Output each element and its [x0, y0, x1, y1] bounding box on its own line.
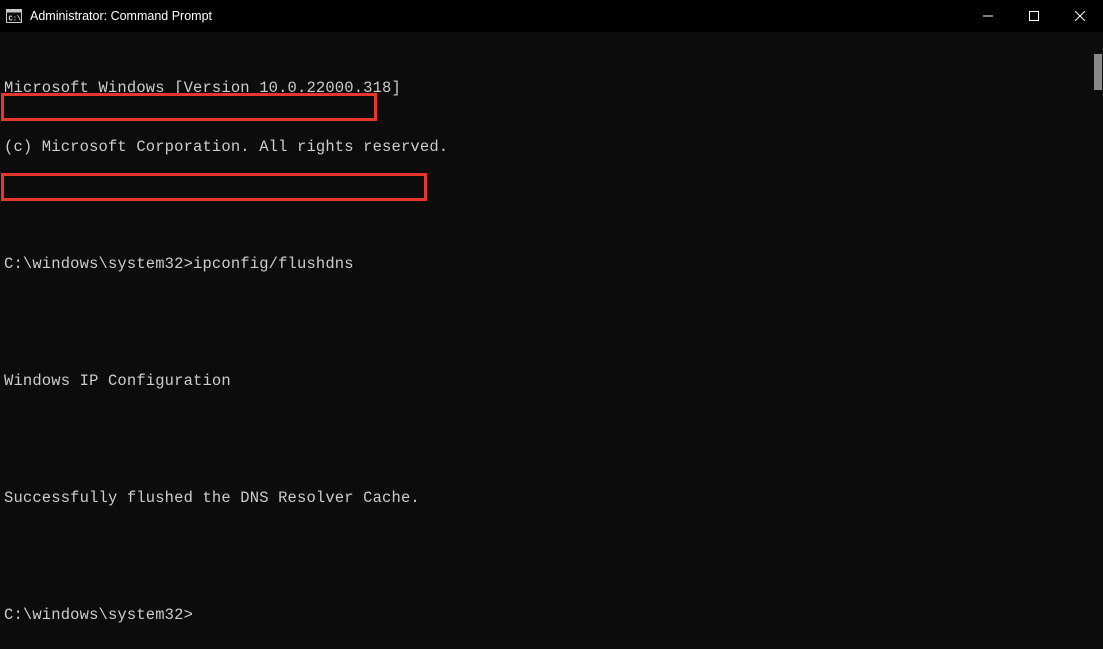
- terminal-line: [4, 196, 1099, 216]
- window-title: Administrator: Command Prompt: [30, 9, 212, 23]
- svg-text:C:\: C:\: [9, 16, 22, 24]
- terminal-line: (c) Microsoft Corporation. All rights re…: [4, 138, 1099, 158]
- close-button[interactable]: [1057, 0, 1103, 32]
- window-controls: [965, 0, 1103, 32]
- terminal-output[interactable]: Microsoft Windows [Version 10.0.22000.31…: [0, 32, 1103, 649]
- terminal-prompt: C:\windows\system32>: [4, 606, 1099, 626]
- terminal-line: Windows IP Configuration: [4, 372, 1099, 392]
- command-prompt-icon: C:\: [6, 8, 22, 24]
- maximize-button[interactable]: [1011, 0, 1057, 32]
- minimize-button[interactable]: [965, 0, 1011, 32]
- title-bar[interactable]: C:\ Administrator: Command Prompt: [0, 0, 1103, 32]
- terminal-line: Microsoft Windows [Version 10.0.22000.31…: [4, 79, 1099, 99]
- terminal-line: [4, 430, 1099, 450]
- terminal-line: [4, 547, 1099, 567]
- terminal-line-result: Successfully flushed the DNS Resolver Ca…: [4, 489, 1099, 509]
- scrollbar-thumb[interactable]: [1094, 54, 1102, 90]
- terminal-line: [4, 313, 1099, 333]
- terminal-line-command: C:\windows\system32>ipconfig/flushdns: [4, 255, 1099, 275]
